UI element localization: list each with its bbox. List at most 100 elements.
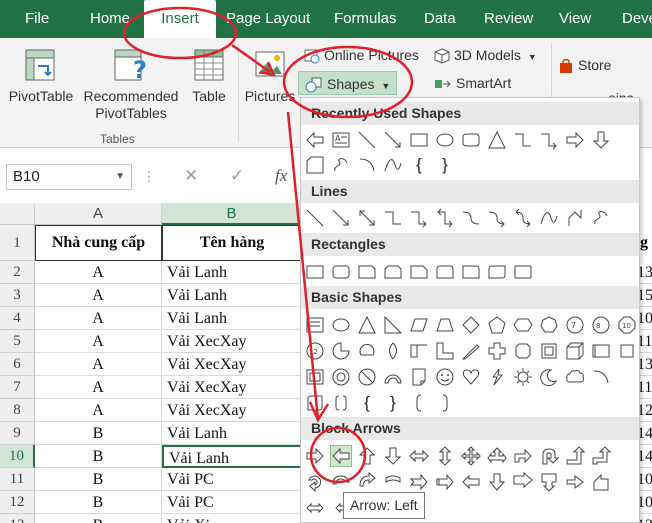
shape-basic-icon[interactable] xyxy=(487,315,507,335)
insert-function-icon[interactable]: fx xyxy=(275,166,287,186)
tab-developer[interactable]: Deve xyxy=(612,0,652,38)
shape-basic-icon[interactable] xyxy=(435,315,455,335)
shape-basic-icon[interactable] xyxy=(591,341,611,361)
table-button[interactable]: Table xyxy=(186,46,232,105)
column-header-b[interactable]: B xyxy=(162,203,302,225)
shape-block-arrow-icon[interactable] xyxy=(487,472,507,492)
shape-line-variant-icon[interactable] xyxy=(565,208,585,228)
shape-basic-icon[interactable] xyxy=(435,341,455,361)
shape-basic-icon[interactable] xyxy=(539,341,559,361)
shape-basic-icon[interactable] xyxy=(409,341,429,361)
item-name-cell[interactable]: Vải Lanh xyxy=(162,307,302,330)
shape-rectangle-variant-icon[interactable] xyxy=(435,262,455,282)
row-header[interactable]: 12 xyxy=(0,491,35,514)
shape-arrow-left-icon[interactable] xyxy=(305,130,325,150)
row-header[interactable]: 8 xyxy=(0,399,35,422)
shape-rounded-rect-icon[interactable] xyxy=(461,130,481,150)
shape-block-arrow-icon[interactable] xyxy=(357,472,377,492)
row-header-1[interactable]: 1 xyxy=(0,225,35,261)
shape-basic-icon[interactable] xyxy=(513,367,533,387)
shape-basic-right-brace-icon[interactable]: } xyxy=(383,393,403,413)
shape-basic-icon[interactable] xyxy=(331,393,351,413)
shape-elbow-arrow-icon[interactable] xyxy=(539,130,559,150)
recommended-pivot-tables-button[interactable]: ? Recommended PivotTables xyxy=(80,46,182,122)
shape-block-arrow-icon[interactable] xyxy=(305,472,325,492)
shape-basic-icon[interactable]: 7 xyxy=(565,315,585,335)
shape-block-arrow-icon[interactable] xyxy=(565,446,585,466)
supplier-cell[interactable]: A xyxy=(35,307,162,330)
shape-basic-icon[interactable] xyxy=(513,341,533,361)
item-name-cell[interactable]: Vải Lanh xyxy=(162,422,302,445)
item-name-cell[interactable]: Vải XecXay xyxy=(162,376,302,399)
shape-basic-icon[interactable] xyxy=(331,315,351,335)
row-header[interactable]: 2 xyxy=(0,261,35,284)
shape-basic-icon[interactable] xyxy=(539,315,559,335)
shape-basic-icon[interactable] xyxy=(409,393,429,413)
shape-rectangle-variant-icon[interactable] xyxy=(357,262,377,282)
shape-basic-icon[interactable] xyxy=(305,315,325,335)
item-name-cell[interactable]: Vải Xi xyxy=(162,514,302,523)
shape-triangle-icon[interactable] xyxy=(487,130,507,150)
shape-basic-icon[interactable] xyxy=(461,341,481,361)
shape-block-arrow-icon[interactable] xyxy=(383,446,403,466)
supplier-cell[interactable]: B xyxy=(35,491,162,514)
shape-basic-icon[interactable]: 8 xyxy=(591,315,611,335)
item-name-cell[interactable]: Vải XecXay xyxy=(162,399,302,422)
shape-elbow-connector-icon[interactable] xyxy=(513,130,533,150)
shape-block-arrow-icon[interactable] xyxy=(305,498,325,518)
shape-rectangle-variant-icon[interactable] xyxy=(305,262,325,282)
shape-block-arrow-icon[interactable] xyxy=(331,472,351,492)
shape-rectangle-variant-icon[interactable] xyxy=(409,262,429,282)
shape-block-arrow-icon[interactable] xyxy=(565,472,585,492)
item-name-cell[interactable]: Vải Lanh xyxy=(162,261,302,284)
supplier-cell[interactable]: B xyxy=(35,468,162,491)
item-name-cell[interactable]: Vải PC xyxy=(162,468,302,491)
shape-block-arrow-icon[interactable] xyxy=(305,446,325,466)
item-name-cell[interactable]: Vải XecXay xyxy=(162,330,302,353)
shape-rectangle-icon[interactable] xyxy=(409,130,429,150)
shape-line-variant-icon[interactable] xyxy=(357,208,377,228)
shape-scribble-icon[interactable] xyxy=(331,155,351,175)
name-box-dropdown-icon[interactable]: ▼ xyxy=(115,165,125,189)
shape-basic-icon[interactable] xyxy=(487,341,507,361)
shape-line-variant-icon[interactable] xyxy=(305,208,325,228)
shape-basic-icon[interactable] xyxy=(565,367,585,387)
item-name-cell[interactable]: Vải Lanh xyxy=(162,445,302,468)
shape-basic-icon[interactable] xyxy=(513,315,533,335)
row-header[interactable]: 3 xyxy=(0,284,35,307)
shape-basic-icon[interactable]: 12 xyxy=(305,341,325,361)
shape-block-arrow-icon[interactable] xyxy=(539,472,559,492)
store-button[interactable]: Store xyxy=(558,53,611,77)
row-header[interactable]: 9 xyxy=(0,422,35,445)
supplier-cell[interactable]: B xyxy=(35,514,162,523)
shape-basic-icon[interactable] xyxy=(383,315,403,335)
shape-basic-icon[interactable] xyxy=(565,341,585,361)
shape-basic-icon[interactable] xyxy=(357,315,377,335)
shape-basic-icon[interactable] xyxy=(331,341,351,361)
shape-block-arrow-icon[interactable] xyxy=(461,472,481,492)
online-pictures-button[interactable]: Online Pictures xyxy=(304,43,419,67)
supplier-cell[interactable]: A xyxy=(35,399,162,422)
shape-basic-icon[interactable] xyxy=(435,367,455,387)
shape-text-box-icon[interactable]: A xyxy=(331,130,351,150)
shape-basic-icon[interactable] xyxy=(591,367,611,387)
smartart-button[interactable]: SmartArt xyxy=(434,71,511,95)
shape-block-arrow-icon[interactable] xyxy=(487,446,507,466)
shape-basic-icon[interactable] xyxy=(461,367,481,387)
supplier-cell[interactable]: A xyxy=(35,330,162,353)
shape-block-arrow-icon[interactable] xyxy=(409,446,429,466)
shape-block-arrow-icon[interactable] xyxy=(435,472,455,492)
pictures-button[interactable]: Pictures xyxy=(242,46,298,105)
shape-arc-icon[interactable] xyxy=(357,155,377,175)
shape-line-variant-icon[interactable] xyxy=(331,208,351,228)
shape-basic-icon[interactable] xyxy=(617,341,637,361)
shape-basic-icon[interactable]: 10 xyxy=(617,315,637,335)
shape-basic-icon[interactable] xyxy=(409,315,429,335)
name-box[interactable]: B10 ▼ xyxy=(6,164,132,190)
row-header[interactable]: 4 xyxy=(0,307,35,330)
shape-arrow-left-selected-icon[interactable] xyxy=(330,445,352,467)
item-name-cell[interactable]: Vải XecXay xyxy=(162,353,302,376)
shape-line-variant-icon[interactable] xyxy=(539,208,559,228)
shape-block-arrow-icon[interactable] xyxy=(513,472,533,492)
shapes-button[interactable]: Shapes ▼ xyxy=(298,71,398,95)
